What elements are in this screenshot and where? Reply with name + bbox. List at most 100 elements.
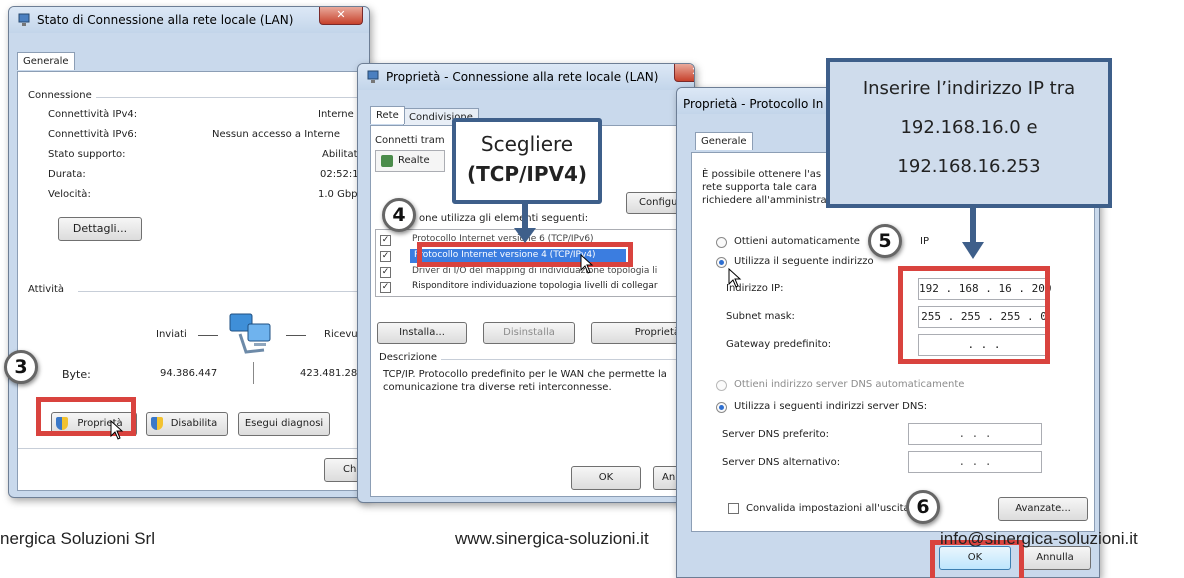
dns-preferred-label: Server DNS preferito: xyxy=(722,429,830,440)
component-checkbox[interactable]: ✓ xyxy=(380,235,391,246)
description-text: TCP/IP. Protocollo predefinito per le WA… xyxy=(383,369,667,393)
arrow-down-icon xyxy=(962,208,984,259)
received-label: Ricevu xyxy=(324,329,358,340)
ipv6-label: Connettività IPv6: xyxy=(48,129,138,140)
highlight-ipv4-item xyxy=(417,242,633,267)
advanced-button[interactable]: Avanzate... xyxy=(998,497,1088,521)
network-icon xyxy=(18,13,30,26)
adapter-name: Realte xyxy=(398,155,430,166)
mouse-cursor-icon xyxy=(728,268,742,288)
mouse-cursor-icon xyxy=(110,420,124,440)
close-icon[interactable]: ✕ xyxy=(319,7,363,25)
adapter-icon xyxy=(381,155,393,167)
component-item[interactable]: Risponditore individuazione topologia li… xyxy=(412,281,686,291)
step-badge-4: 4 xyxy=(382,198,416,232)
group-connessione-label: Connessione xyxy=(28,90,96,101)
disable-button-label: Disabilita xyxy=(170,418,218,429)
speed-label: Velocità: xyxy=(48,189,91,200)
intro-line: rete supporta tale cara xyxy=(702,182,818,193)
ipv4-value: Interne xyxy=(318,109,354,120)
manual-ip-label: Utilizza il seguente indirizzo xyxy=(734,256,874,267)
subnet-mask-label: Subnet mask: xyxy=(726,311,795,322)
group-attivita-label: Attività xyxy=(28,284,69,295)
network-computers-icon xyxy=(229,313,271,354)
component-checkbox[interactable]: ✓ xyxy=(380,282,391,293)
properties-button[interactable]: Proprietà xyxy=(591,322,685,344)
speed-value: 1.0 Gbp xyxy=(318,189,358,200)
bytes-received-value: 423.481.28 xyxy=(300,368,358,379)
component-checkbox[interactable]: ✓ xyxy=(380,251,391,262)
callout-ip-line1: Inserire l’indirizzo IP tra xyxy=(862,78,1076,99)
ok-button[interactable]: OK xyxy=(571,466,641,490)
arrow-down-icon xyxy=(514,204,536,243)
sent-label: Inviati xyxy=(156,329,187,340)
highlight-ip-fields xyxy=(898,266,1050,364)
footer-website: www.sinergica-soluzioni.it xyxy=(455,529,649,548)
dns-alternate-input[interactable]: . . . xyxy=(908,451,1042,473)
ipv4-label: Connettività IPv4: xyxy=(48,109,138,120)
cancel-button[interactable]: Annulla xyxy=(1019,546,1091,570)
manual-dns-label: Utilizza i seguenti indirizzi server DNS… xyxy=(734,401,928,412)
media-state-label: Stato supporto: xyxy=(48,149,126,160)
footer-company: nergica Soluzioni Srl xyxy=(0,529,155,548)
auto-dns-label: Ottieni indirizzo server DNS automaticam… xyxy=(734,379,965,390)
duration-label: Durata: xyxy=(48,169,86,180)
connect-using-label: Connetti tram xyxy=(375,135,445,146)
validate-label: Convalida impostazioni all'uscita xyxy=(746,503,910,514)
network-icon xyxy=(367,70,379,83)
divider xyxy=(286,335,306,336)
uninstall-button[interactable]: Disinstalla xyxy=(483,322,575,344)
divider xyxy=(78,291,364,292)
validate-checkbox[interactable] xyxy=(728,503,739,514)
disable-button[interactable]: Disabilita xyxy=(146,412,228,436)
close-icon[interactable]: ✕ xyxy=(674,64,694,82)
component-checkbox[interactable]: ✓ xyxy=(380,267,391,278)
details-button[interactable]: Dettagli... xyxy=(58,217,142,241)
divider xyxy=(253,362,254,384)
divider xyxy=(198,335,218,336)
bytes-label: Byte: xyxy=(62,368,91,381)
install-button[interactable]: Installa... xyxy=(377,322,467,344)
callout-choose-tcp: Scegliere (TCP/IPV4) xyxy=(452,118,602,204)
lan-status-title: Stato di Connessione alla rete locale (L… xyxy=(37,13,294,27)
footer-email: info@sinergica-soluzioni.it xyxy=(940,529,1138,548)
media-state-value: Abilitat xyxy=(322,149,358,160)
step-badge-5: 5 xyxy=(868,224,902,258)
tab-generale[interactable]: Generale xyxy=(695,132,753,150)
adapter-field: Realte xyxy=(375,150,445,172)
ipv4-properties-title: Proprietà - Protocollo In xyxy=(683,97,824,111)
manual-ip-radio[interactable] xyxy=(716,257,727,268)
callout-ip-line3: 192.168.16.253 xyxy=(897,156,1041,177)
description-label: Descrizione xyxy=(379,352,442,363)
auto-dns-radio[interactable] xyxy=(716,380,727,391)
mouse-cursor-icon xyxy=(580,254,594,274)
intro-line: richiedere all'amministra xyxy=(702,195,827,206)
divider xyxy=(18,448,364,449)
duration-value: 02:52:1 xyxy=(320,169,359,180)
callout-ip-line2: 192.168.16.0 e xyxy=(900,117,1038,138)
auto-ip-label: Ottieni automaticamente xyxy=(734,236,860,247)
bytes-sent-value: 94.386.447 xyxy=(160,368,218,379)
tab-generale[interactable]: Generale xyxy=(17,52,75,70)
dns-alternate-label: Server DNS alternativo: xyxy=(722,457,841,468)
step-badge-6: 6 xyxy=(906,490,940,524)
callout-choose-line1: Scegliere xyxy=(480,132,574,156)
lan-properties-title: Proprietà - Connessione alla rete locale… xyxy=(386,70,659,84)
divider xyxy=(96,97,364,98)
dns-preferred-input[interactable]: . . . xyxy=(908,423,1042,445)
tab-rete[interactable]: Rete xyxy=(370,106,405,124)
auto-ip-label-tail: IP xyxy=(920,236,929,247)
diagnose-button[interactable]: Esegui diagnosi xyxy=(238,412,330,436)
ipv6-value: Nessun accesso a Interne xyxy=(212,129,340,140)
manual-dns-radio[interactable] xyxy=(716,402,727,413)
divider xyxy=(441,359,685,360)
components-label: one utilizza gli elementi seguenti: xyxy=(419,213,589,224)
intro-line: È possibile ottenere l'as xyxy=(702,169,822,180)
gateway-label: Gateway predefinito: xyxy=(726,339,832,350)
auto-ip-radio[interactable] xyxy=(716,237,727,248)
callout-insert-ip: Inserire l’indirizzo IP tra 192.168.16.0… xyxy=(826,58,1112,208)
component-item[interactable]: Driver di I/O del mapping di individuazi… xyxy=(412,266,686,276)
shield-icon xyxy=(151,417,163,430)
callout-choose-line2: (TCP/IPV4) xyxy=(466,162,588,186)
step-badge-3: 3 xyxy=(4,350,38,384)
